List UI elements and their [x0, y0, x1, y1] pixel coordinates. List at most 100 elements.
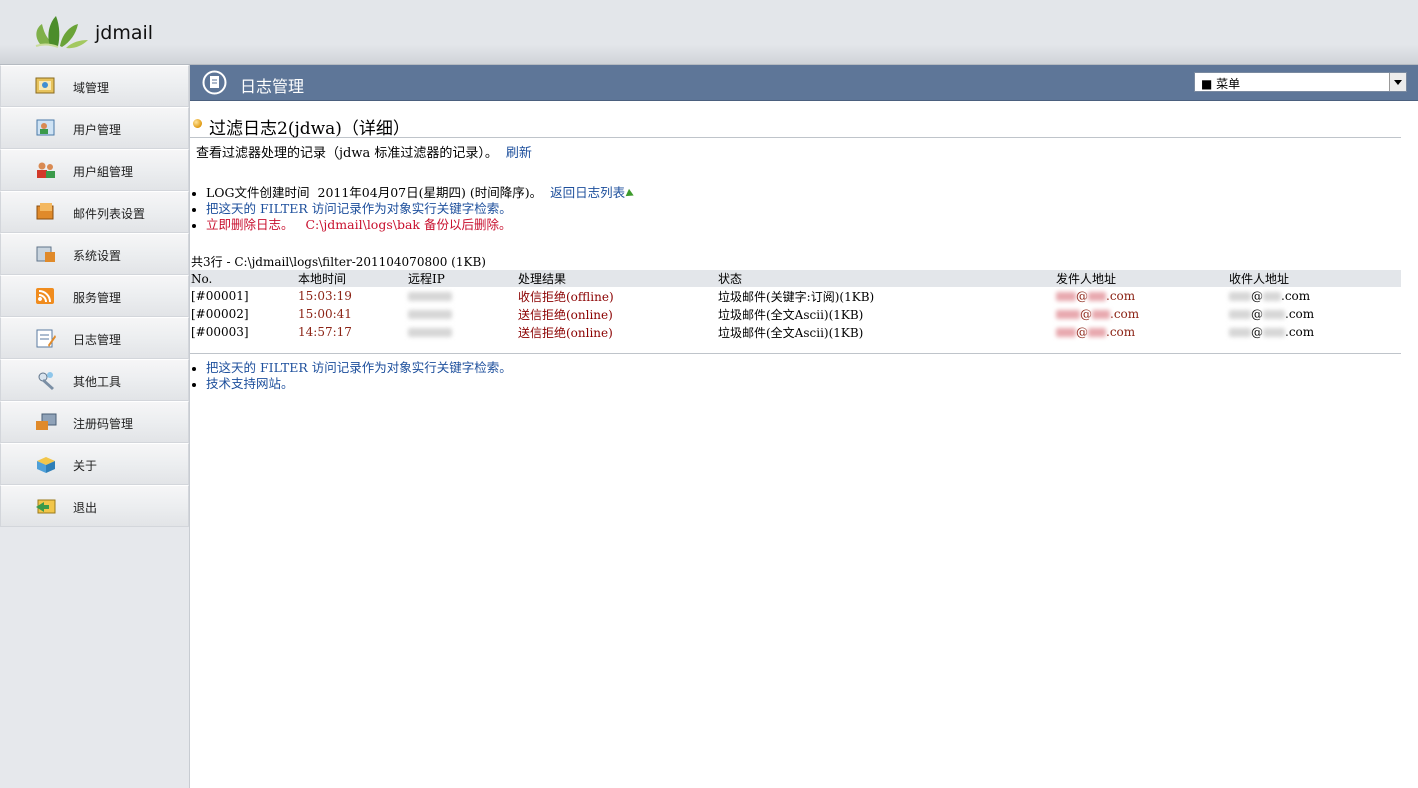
back-to-log-list-link[interactable]: 返回日志列表 — [550, 185, 625, 200]
system-settings-icon — [36, 246, 55, 262]
log-created-label: LOG文件创建时间 — [206, 185, 310, 200]
col-header-no: No. — [190, 270, 297, 287]
about-icon — [37, 457, 55, 473]
redacted-text — [1229, 328, 1251, 337]
tools-icon — [38, 372, 54, 390]
redacted-text — [1229, 310, 1251, 319]
user-icon — [36, 119, 55, 136]
mailing-list-icon — [36, 203, 54, 220]
section-divider — [190, 353, 1401, 354]
cell-time: 15:03:19 — [298, 289, 352, 303]
sidebar-item-registration[interactable]: 注册码管理 — [0, 401, 189, 443]
sidebar-item-users[interactable]: 用户管理 — [0, 107, 189, 149]
redacted-ip — [408, 292, 452, 301]
cell-status: 垃圾邮件(全文Ascii)(1KB) — [718, 325, 864, 340]
cell-result: 送信拒绝(online) — [518, 325, 613, 340]
page-title: 过滤日志2(jdwa)（详细） — [209, 119, 410, 139]
sidebar-item-mailing-list[interactable]: 邮件列表设置 — [0, 191, 189, 233]
cell-result: 送信拒绝(online) — [518, 307, 613, 322]
redacted-text — [1088, 292, 1106, 301]
delete-log-link[interactable]: 立即删除日志。 — [206, 217, 294, 232]
sidebar-item-tools[interactable]: 其他工具 — [0, 359, 189, 401]
delete-note: C:\jdmail\logs\bak 备份以后删除。 — [305, 217, 512, 232]
log-icon — [36, 329, 56, 348]
brand-name: jdmail — [95, 22, 154, 44]
delete-row: 立即删除日志。 C:\jdmail\logs\bak 备份以后删除。 — [192, 217, 634, 233]
redacted-text — [1088, 328, 1106, 337]
redacted-text — [1263, 310, 1285, 319]
cell-recipient: @ .com — [1228, 287, 1401, 305]
cell-remote-ip — [407, 287, 517, 305]
orange-bullet-icon — [193, 119, 202, 128]
registration-icon — [36, 413, 57, 430]
col-header-local-time: 本地时间 — [297, 270, 407, 287]
redacted-text — [1092, 310, 1110, 319]
service-icon — [36, 288, 54, 304]
col-header-result: 处理结果 — [517, 270, 717, 287]
jdmail-logo-icon — [35, 16, 88, 49]
sidebar-item-domain[interactable]: 域管理 — [0, 65, 189, 107]
keyword-search-link[interactable]: 把这天的 FILTER 访问记录作为对象实行关键字检索。 — [206, 201, 512, 216]
cell-recipient: @ .com — [1228, 323, 1401, 341]
redacted-text — [1263, 292, 1281, 301]
domain-icon — [35, 77, 55, 94]
sidebar-item-logout[interactable]: 退出 — [0, 485, 189, 527]
menu-dropdown-value: ■ 菜单 — [1201, 77, 1241, 91]
app-header: jdmail — [0, 0, 1418, 65]
page-subtitle: 查看过滤器处理的记录（jdwa 标准过滤器的记录）。 刷新 — [196, 142, 532, 161]
redacted-text — [1263, 328, 1285, 337]
redacted-text — [1056, 310, 1080, 319]
search-row: 把这天的 FILTER 访问记录作为对象实行关键字检索。 — [192, 201, 634, 217]
redacted-text — [1056, 328, 1076, 337]
cell-time: 14:57:17 — [298, 325, 352, 339]
chevron-down-icon[interactable] — [1389, 73, 1406, 91]
footer-support-row: 技术支持网站。 — [192, 376, 512, 392]
log-management-icon — [202, 70, 227, 95]
col-header-sender: 发件人地址 — [1055, 270, 1228, 287]
cell-result: 收信拒绝(offline) — [518, 289, 614, 304]
logout-icon — [36, 499, 56, 514]
sidebar-item-user-groups[interactable]: 用户組管理 — [0, 149, 189, 191]
sidebar: 域管理 用户管理 用户組管理 邮件列表设置 系统设置 服务管理 日志管理 其他工… — [0, 65, 190, 788]
table-row: [#00001] 15:03:19 收信拒绝(offline) 垃圾邮件(关键字… — [190, 287, 1401, 305]
menu-dropdown[interactable]: ■ 菜单 — [1194, 72, 1407, 92]
content-titlebar: 日志管理 ■ 菜单 — [190, 65, 1418, 101]
cell-sender: @ .com — [1055, 287, 1228, 305]
green-arrow-icon — [625, 188, 636, 199]
page-heading: 过滤日志2(jdwa)（详细） — [190, 113, 1401, 139]
refresh-link[interactable]: 刷新 — [506, 146, 532, 161]
cell-time: 15:00:41 — [298, 307, 352, 321]
main-content: 过滤日志2(jdwa)（详细） 查看过滤器处理的记录（jdwa 标准过滤器的记录… — [190, 101, 1418, 788]
table-row: [#00003] 14:57:17 送信拒绝(online) 垃圾邮件(全文As… — [190, 323, 1401, 341]
user-group-icon — [37, 162, 55, 178]
cell-no: [#00002] — [191, 307, 249, 321]
footer-keyword-search-link[interactable]: 把这天的 FILTER 访问记录作为对象实行关键字检索。 — [206, 360, 512, 375]
col-header-remote-ip: 远程IP — [407, 270, 517, 287]
sidebar-item-about[interactable]: 关于 — [0, 443, 189, 485]
redacted-text — [1229, 292, 1251, 301]
log-summary: 共3行 - C:\jdmail\logs\filter-201104070800… — [191, 255, 486, 269]
col-header-recipient: 收件人地址 — [1228, 270, 1401, 287]
redacted-ip — [408, 328, 452, 337]
support-site-link[interactable]: 技术支持网站。 — [206, 376, 294, 391]
table-row: [#00002] 15:00:41 送信拒绝(online) 垃圾邮件(全文As… — [190, 305, 1401, 323]
redacted-text — [1056, 292, 1076, 301]
log-created-date: 2011年04月07日(星期四) (时间降序)。 — [317, 185, 543, 200]
cell-remote-ip — [407, 305, 517, 323]
sidebar-item-services[interactable]: 服务管理 — [0, 275, 189, 317]
cell-recipient: @ .com — [1228, 305, 1401, 323]
table-header-row: No. 本地时间 远程IP 处理结果 状态 发件人地址 收件人地址 — [190, 270, 1401, 287]
sidebar-item-logs[interactable]: 日志管理 — [0, 317, 189, 359]
info-list: LOG文件创建时间 2011年04月07日(星期四) (时间降序)。 返回日志列… — [192, 185, 636, 233]
page-section-title: 日志管理 — [240, 77, 305, 96]
cell-no: [#00003] — [191, 325, 249, 339]
col-header-status: 状态 — [717, 270, 1055, 287]
cell-status: 垃圾邮件(关键字:订阅)(1KB) — [718, 289, 875, 304]
footer-links: 把这天的 FILTER 访问记录作为对象实行关键字检索。 技术支持网站。 — [192, 360, 512, 392]
sidebar-item-system-settings[interactable]: 系统设置 — [0, 233, 189, 275]
subtitle-text: 查看过滤器处理的记录（jdwa 标准过滤器的记录）。 — [196, 146, 498, 161]
log-created-row: LOG文件创建时间 2011年04月07日(星期四) (时间降序)。 返回日志列… — [192, 185, 636, 201]
cell-no: [#00001] — [191, 289, 249, 303]
cell-status: 垃圾邮件(全文Ascii)(1KB) — [718, 307, 864, 322]
footer-search-row: 把这天的 FILTER 访问记录作为对象实行关键字检索。 — [192, 360, 512, 376]
